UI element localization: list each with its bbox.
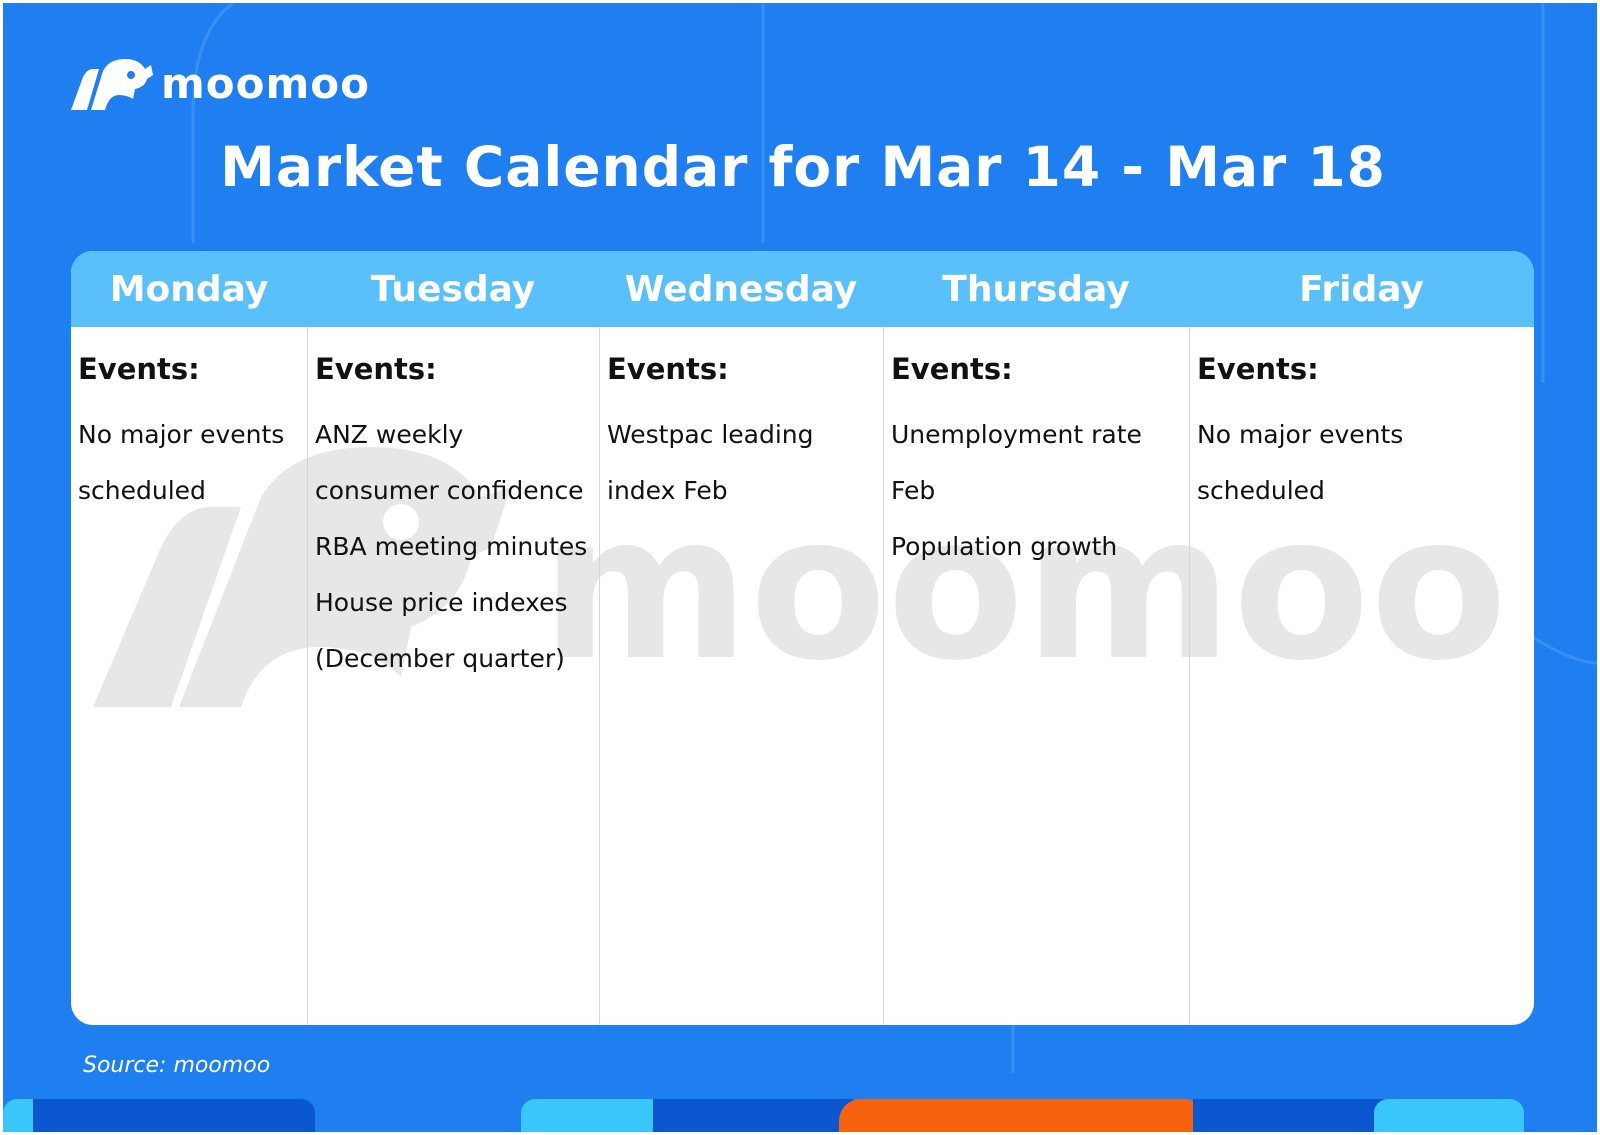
bar-segment [521,1099,671,1132]
day-column-thursday: Events: Unemployment rate Feb Population… [883,327,1189,1025]
event-item: Westpac leading index Feb [607,420,814,505]
event-item: No major events scheduled [78,420,285,505]
calendar-header-row: Monday Tuesday Wednesday Thursday Friday [71,251,1534,327]
bar-segment [1193,1099,1393,1132]
day-header-wednesday: Wednesday [624,268,858,310]
calendar-table: Monday Tuesday Wednesday Thursday Friday… [71,251,1534,1025]
bar-segment [653,1099,853,1132]
event-item: Population growth [891,532,1118,561]
day-column-friday: Events: No major events scheduled [1189,327,1534,1025]
events-label: Events: [315,352,437,386]
poster: moomoo Market Calendar for Mar 14 - Mar … [3,3,1597,1132]
event-item: House price indexes (December quarter) [315,588,568,673]
bar-segment [33,1099,315,1132]
day-column-monday: Events: No major events scheduled [71,327,307,1025]
brand-logo: moomoo [69,55,370,115]
bottom-decoration-bar [3,1099,1597,1132]
event-item: No major events scheduled [1197,420,1404,505]
day-header-monday: Monday [109,268,269,310]
calendar-columns: Events: No major events scheduled Events… [71,327,1534,1025]
source-note: Source: moomoo [83,1053,271,1078]
brand-name: moomoo [161,58,370,108]
event-item: Unemployment rate Feb [891,420,1142,505]
bar-segment [839,1099,1206,1132]
event-item: ANZ weekly consumer confidence [315,420,584,505]
day-column-wednesday: Events: Westpac leading index Feb [599,327,883,1025]
day-header-friday: Friday [1299,268,1424,310]
events-label: Events: [607,352,729,386]
bar-segment [1374,1099,1524,1132]
moomoo-bull-icon [71,59,153,110]
events-label: Events: [891,352,1013,386]
day-column-tuesday: Events: ANZ weekly consumer confidence R… [307,327,599,1025]
page-title: Market Calendar for Mar 14 - Mar 18 [220,135,1386,199]
day-header-tuesday: Tuesday [370,268,536,310]
event-item: RBA meeting minutes [315,532,588,561]
events-label: Events: [78,352,200,386]
day-header-thursday: Thursday [942,268,1130,310]
events-label: Events: [1197,352,1319,386]
